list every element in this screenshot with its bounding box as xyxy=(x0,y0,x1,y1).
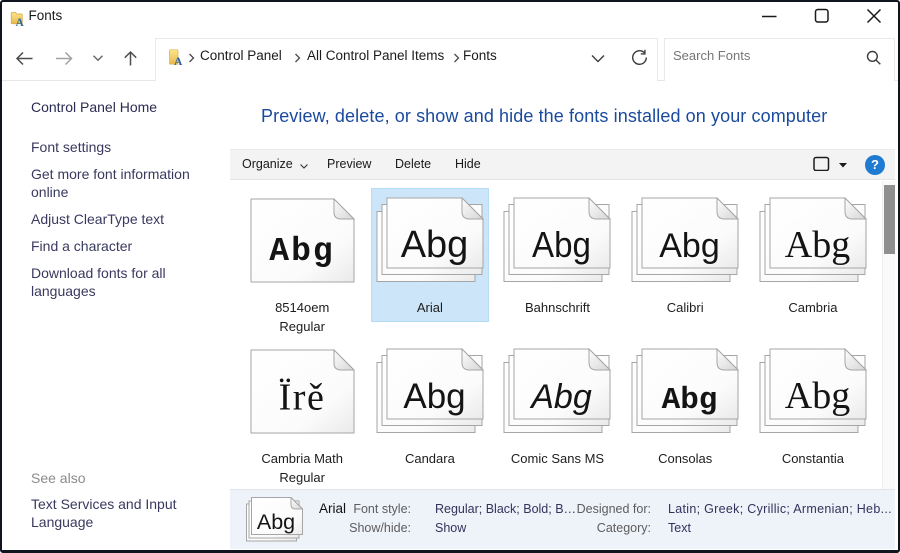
svg-text:Abg: Abg xyxy=(403,377,465,416)
svg-text:A: A xyxy=(16,17,25,26)
svg-text:Abg: Abg xyxy=(530,378,593,416)
svg-text:Abg: Abg xyxy=(662,383,718,418)
svg-text:Ïrě: Ïrě xyxy=(278,377,325,419)
svg-text:Abg: Abg xyxy=(784,375,849,417)
svg-text:Abg: Abg xyxy=(784,224,849,266)
svg-text:Abg: Abg xyxy=(400,224,468,266)
svg-text:Abg: Abg xyxy=(532,226,591,266)
svg-text:Abg: Abg xyxy=(269,233,334,270)
svg-text:A: A xyxy=(174,56,183,66)
svg-text:Abg: Abg xyxy=(659,227,720,265)
svg-text:Abg: Abg xyxy=(256,510,294,534)
